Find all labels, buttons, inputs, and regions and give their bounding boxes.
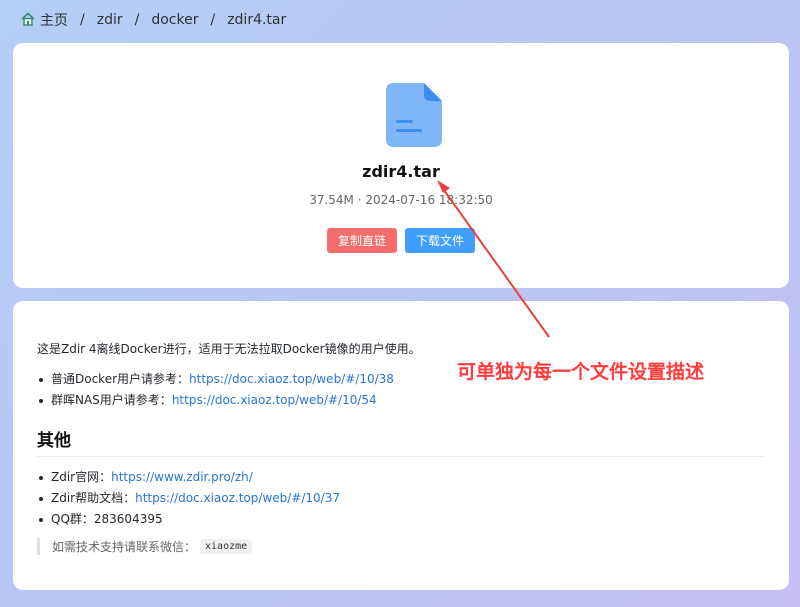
breadcrumb-separator: / <box>210 12 216 28</box>
download-file-button[interactable]: 下载文件 <box>405 228 475 253</box>
document-icon <box>386 83 442 147</box>
list-item: 普通Docker用户请参考：https://doc.xiaoz.top/web/… <box>37 369 394 390</box>
home-icon[interactable] <box>20 11 36 27</box>
help-docs-link[interactable]: https://doc.xiaoz.top/web/#/10/37 <box>135 491 340 505</box>
list-item: 群晖NAS用户请参考：https://doc.xiaoz.top/web/#/1… <box>37 390 394 411</box>
list-item: Zdir官网：https://www.zdir.pro/zh/ <box>37 467 340 488</box>
list-item-label: Zdir官网： <box>51 470 112 484</box>
official-site-link[interactable]: https://www.zdir.pro/zh/ <box>111 470 253 484</box>
reference-link[interactable]: https://doc.xiaoz.top/web/#/10/38 <box>189 372 394 386</box>
breadcrumb: 主页 / zdir / docker / zdir4.tar <box>20 10 286 30</box>
file-meta: 37.54M · 2024-07-16 18:32:50 <box>309 193 493 207</box>
breadcrumb-separator: / <box>80 12 85 28</box>
other-list: Zdir官网：https://www.zdir.pro/zh/ Zdir帮助文档… <box>37 467 340 530</box>
support-quote: 如需技术支持请联系微信： xiaozme <box>37 538 253 555</box>
file-name: zdir4.tar <box>362 162 440 181</box>
list-item-label: Zdir帮助文档： <box>51 491 136 505</box>
copy-link-button[interactable]: 复制直链 <box>327 228 397 253</box>
breadcrumb-item-current: zdir4.tar <box>227 12 287 28</box>
breadcrumb-item-zdir[interactable]: zdir <box>97 12 123 28</box>
file-info-card: zdir4.tar 37.54M · 2024-07-16 18:32:50 复… <box>13 43 789 288</box>
reference-list: 普通Docker用户请参考：https://doc.xiaoz.top/web/… <box>37 369 394 411</box>
description-intro: 这是Zdir 4离线Docker进行，适用于无法拉取Docker镜像的用户使用。 <box>37 342 421 356</box>
breadcrumb-separator: / <box>134 12 140 28</box>
list-item: Zdir帮助文档：https://doc.xiaoz.top/web/#/10/… <box>37 488 340 509</box>
qq-group-text: QQ群：283604395 <box>51 512 163 526</box>
section-heading: 其他 <box>37 426 765 457</box>
reference-link[interactable]: https://doc.xiaoz.top/web/#/10/54 <box>172 393 377 407</box>
list-item: QQ群：283604395 <box>37 509 340 530</box>
annotation-label: 可单独为每一个文件设置描述 <box>457 361 705 383</box>
list-item-label: 群晖NAS用户请参考： <box>51 393 172 407</box>
list-item-label: 普通Docker用户请参考： <box>51 372 190 386</box>
breadcrumb-home[interactable]: 主页 <box>40 10 68 30</box>
quote-text: 如需技术支持请联系微信： <box>52 540 197 554</box>
breadcrumb-item-docker[interactable]: docker <box>151 12 198 28</box>
description-card: 这是Zdir 4离线Docker进行，适用于无法拉取Docker镜像的用户使用。… <box>13 301 789 590</box>
wechat-id-code: xiaozme <box>200 539 253 554</box>
